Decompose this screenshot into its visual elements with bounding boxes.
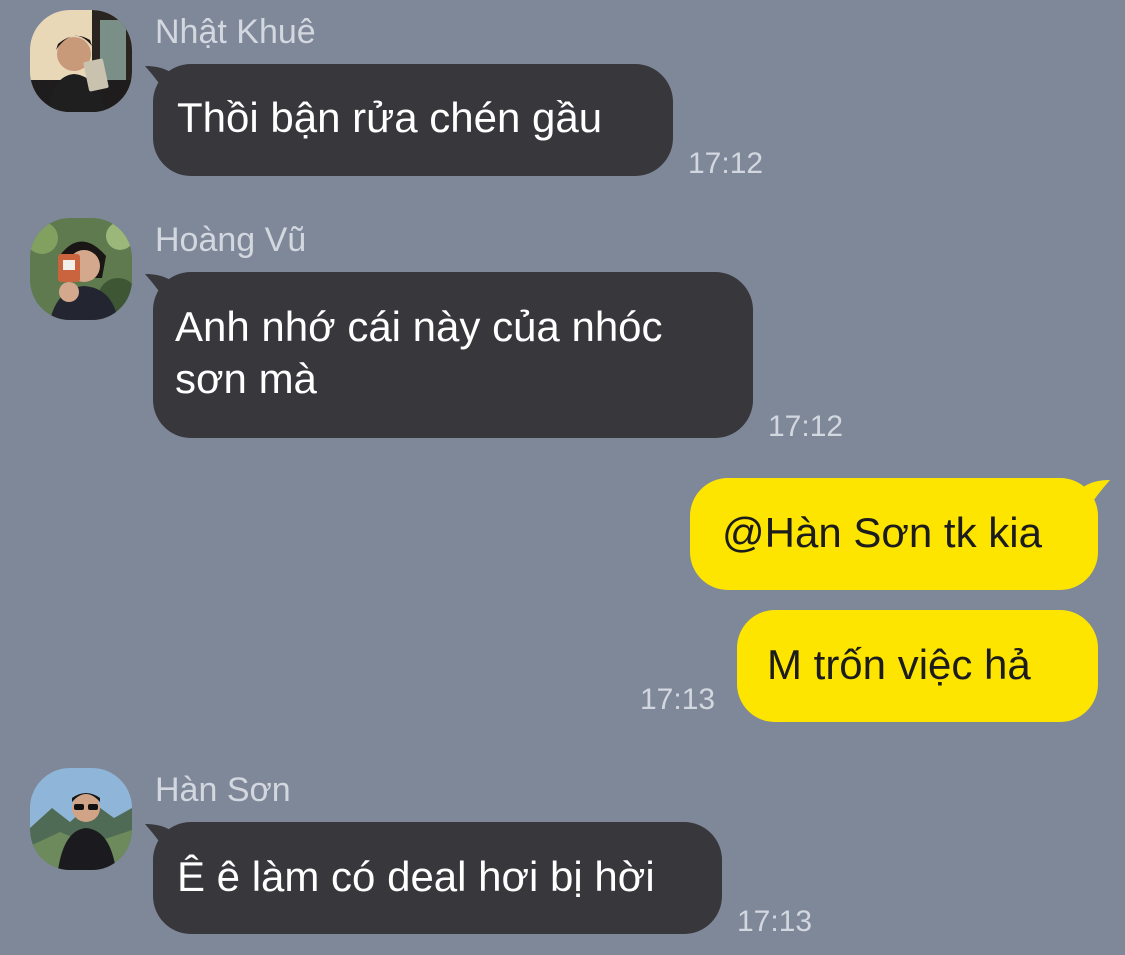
- message-text: M trốn việc hả: [767, 641, 1031, 688]
- message-time: 17:12: [768, 410, 844, 443]
- chat-thread: Nhật Khuê Thồi bận rửa chén gầu 17:12 Ho…: [0, 0, 1125, 955]
- message-time: 17:13: [640, 683, 716, 716]
- sender-name: Nhật Khuê: [155, 13, 316, 51]
- message-text: @Hàn Sơn tk kia: [722, 509, 1042, 556]
- message-text: Ê ê làm có deal hơi bị hời: [177, 853, 655, 900]
- message-bubble[interactable]: Thồi bận rửa chén gầu: [153, 64, 673, 176]
- message-bubble[interactable]: @Hàn Sơn tk kia: [690, 478, 1098, 590]
- message-text-line: Anh nhớ cái này của nhóc: [175, 303, 663, 350]
- person-with-camera-avatar-icon: [30, 218, 132, 320]
- message-bubble[interactable]: M trốn việc hả: [737, 610, 1098, 722]
- avatar-hoang-vu[interactable]: [30, 218, 132, 320]
- person-sunglasses-mountain-avatar-icon: [30, 768, 132, 870]
- avatar-han-son[interactable]: [30, 768, 132, 870]
- message-time: 17:13: [737, 905, 813, 938]
- message-bubble[interactable]: Ê ê làm có deal hơi bị hời: [153, 822, 722, 934]
- sender-name: Hoàng Vũ: [155, 221, 307, 259]
- avatar-nhat-khue[interactable]: [30, 10, 132, 112]
- message-bubble[interactable]: Anh nhớ cái này của nhóc sơn mà: [153, 272, 753, 438]
- person-reading-book-avatar-icon: [30, 10, 132, 112]
- message-text: Thồi bận rửa chén gầu: [177, 94, 603, 141]
- sender-name: Hàn Sơn: [155, 771, 291, 809]
- message-text-line: sơn mà: [175, 355, 317, 402]
- message-time: 17:12: [688, 147, 764, 180]
